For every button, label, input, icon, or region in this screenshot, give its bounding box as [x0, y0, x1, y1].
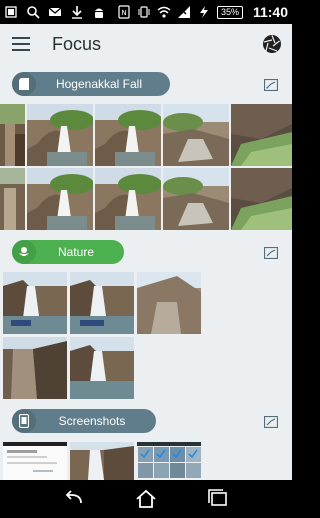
album-title: Screenshots [58, 414, 126, 428]
home-icon[interactable] [134, 489, 158, 509]
album-header-nature[interactable]: Nature [12, 240, 124, 264]
photo-thumbnail[interactable] [95, 104, 161, 166]
album-icon [12, 72, 36, 96]
album-title: Hogenakkal Fall [55, 77, 143, 91]
photo-thumbnail[interactable] [3, 337, 67, 399]
photo-thumbnail[interactable] [27, 104, 93, 166]
album-title: Nature [57, 245, 95, 259]
photo-thumbnail[interactable] [163, 168, 229, 230]
svg-text:N: N [121, 9, 126, 17]
battery-level: 35% [216, 5, 243, 19]
photo-thumbnail[interactable] [95, 168, 161, 230]
photo-thumbnail[interactable] [163, 104, 229, 166]
photo-thumbnail[interactable] [0, 104, 25, 166]
signal-icon [177, 5, 191, 19]
page-title: Focus [52, 33, 102, 54]
navigation-bar [0, 480, 292, 518]
nfc-icon: N [117, 5, 131, 19]
status-bar: N 35% 11:40 [0, 0, 292, 24]
phone-icon [12, 409, 36, 433]
charging-icon [197, 5, 211, 19]
album-header-screenshots[interactable]: Screenshots [12, 409, 156, 433]
hamburger-menu-icon[interactable] [0, 24, 42, 64]
photo-thumbnail[interactable] [70, 272, 134, 334]
expand-icon[interactable] [263, 415, 279, 429]
photo-thumbnail[interactable] [231, 104, 292, 166]
photo-thumbnail[interactable] [137, 272, 201, 334]
back-icon[interactable] [62, 489, 86, 509]
screenshot-thumbnail[interactable] [70, 442, 134, 480]
gmail-icon [48, 5, 62, 19]
photo-thumbnail[interactable] [27, 168, 93, 230]
screenshot-icon [4, 5, 18, 19]
download-icon [70, 5, 84, 19]
screenshot-thumbnail[interactable] [137, 442, 201, 480]
album-list: Hogenakkal Fall Nature Screenshots [0, 64, 292, 480]
album-header-hogenakkal-fall[interactable]: Hogenakkal Fall [12, 72, 170, 96]
wifi-icon [157, 5, 171, 19]
android-icon [92, 5, 106, 19]
search-icon [26, 5, 40, 19]
clock: 11:40 [252, 4, 288, 20]
aperture-icon[interactable] [262, 34, 282, 54]
flower-icon [12, 240, 36, 264]
photo-thumbnail[interactable] [231, 168, 292, 230]
screenshot-thumbnail[interactable] [3, 442, 67, 480]
app-bar: Focus [0, 24, 292, 64]
photo-thumbnail[interactable] [0, 168, 25, 230]
photo-thumbnail[interactable] [70, 337, 134, 399]
expand-icon[interactable] [263, 78, 279, 92]
expand-icon[interactable] [263, 246, 279, 260]
photo-thumbnail[interactable] [3, 272, 67, 334]
recents-icon[interactable] [206, 489, 230, 509]
vibrate-icon [137, 5, 151, 19]
